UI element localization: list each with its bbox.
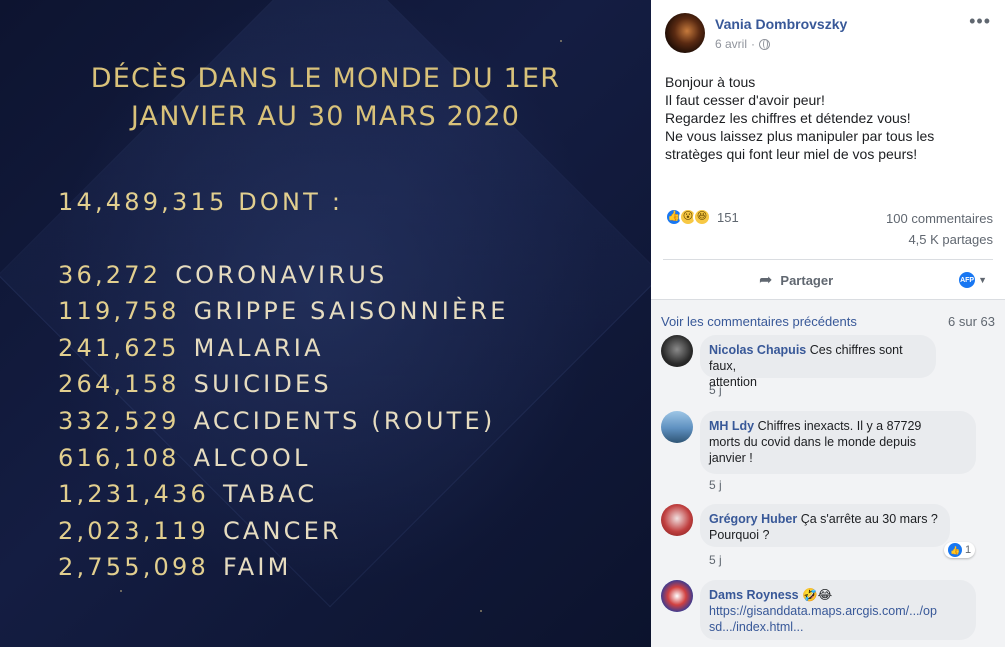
globe-icon[interactable]	[759, 38, 771, 50]
image-row: 264,158 SUICIDES	[58, 370, 332, 398]
image-row: 241,625 MALARIA	[58, 334, 324, 362]
shares-count-link[interactable]: 4,5 K partages	[908, 232, 993, 247]
commenter-name-link[interactable]: MH Ldy	[709, 419, 754, 433]
comment-bubble: Grégory Huber Ça s'arrête au 30 mars ? P…	[700, 504, 950, 547]
image-title-line1: DÉCÈS DANS LE MONDE DU 1ER	[90, 63, 561, 94]
comment-url-link[interactable]: https://gisanddata.maps.arcgis.com/.../o…	[709, 604, 937, 618]
image-total-line: 14,489,315 DONT :	[58, 188, 344, 216]
post-text-line: stratèges qui font leur miel de vos peur…	[665, 146, 918, 162]
comment-timestamp[interactable]: 5 j	[709, 478, 722, 492]
more-horizontal-icon[interactable]: •••	[969, 12, 991, 30]
post-text-line: Regardez les chiffres et détendez vous!	[665, 110, 911, 126]
author-name-link[interactable]: Vania Dombrovszky	[715, 16, 847, 32]
share-arrow-icon: ➦	[759, 272, 773, 289]
image-row: 616,108 ALCOOL	[58, 444, 311, 472]
reactions-count: 151	[717, 209, 739, 225]
sparkle	[560, 40, 562, 42]
post-text: Bonjour à tous Il faut cesser d'avoir pe…	[665, 73, 985, 163]
share-button[interactable]: ➦ Partager	[759, 270, 833, 290]
comment-timestamp[interactable]: 5 j	[709, 383, 722, 397]
comment-bubble: Dams Royness 🤣😂 https://gisanddata.maps.…	[700, 580, 976, 640]
comments-count-link[interactable]: 100 commentaires	[886, 211, 993, 226]
commenter-name-link[interactable]: Nicolas Chapuis	[709, 343, 806, 357]
post-panel: Vania Dombrovszky 6 avril · ••• Bonjour …	[651, 0, 1005, 647]
reactions-summary[interactable]: 👍 😮 😆 151	[665, 208, 739, 226]
image-row: 2,755,098 FAIM	[58, 553, 292, 581]
comment-timestamp[interactable]: 5 j	[709, 553, 722, 567]
commenter-name-link[interactable]: Grégory Huber	[709, 512, 797, 526]
sparkle	[480, 610, 482, 612]
divider	[663, 259, 993, 260]
post-text-line: Il faut cesser d'avoir peur!	[665, 92, 825, 108]
image-title-line2: JANVIER AU 30 MARS 2020	[130, 101, 521, 132]
commenter-avatar[interactable]	[661, 504, 693, 536]
comments-section: Voir les commentaires précédents 6 sur 6…	[651, 300, 1005, 647]
comment-emoji: 🤣😂	[802, 588, 833, 602]
comment-text: Pourquoi ?	[709, 528, 770, 542]
comment-text: Ça s'arrête au 30 mars ?	[800, 512, 938, 526]
page-selector-button[interactable]: AFP ▼	[959, 272, 987, 288]
shared-image[interactable]: DÉCÈS DANS LE MONDE DU 1ER JANVIER AU 30…	[0, 0, 651, 647]
post-text-line: Ne vous laissez plus manipuler par tous …	[665, 128, 935, 144]
comment-bubble: MH Ldy Chiffres inexacts. Il y a 87729 m…	[700, 411, 976, 474]
commenter-name-link[interactable]: Dams Royness	[709, 588, 799, 602]
image-row: 332,529 ACCIDENTS (ROUTE)	[58, 407, 496, 435]
comment-reaction-count: 1	[965, 544, 972, 556]
comments-pagination-count: 6 sur 63	[948, 314, 995, 329]
commenter-avatar[interactable]	[661, 411, 693, 443]
author-avatar[interactable]	[665, 13, 705, 53]
share-button-label: Partager	[780, 272, 834, 288]
post-date-link[interactable]: 6 avril	[715, 37, 747, 51]
image-row: 1,231,436 TABAC	[58, 480, 318, 508]
page-avatar-icon: AFP	[959, 272, 976, 288]
comment-reaction-badge[interactable]: 👍 1	[944, 542, 976, 558]
sparkle	[120, 590, 122, 592]
like-reaction-icon: 👍	[948, 543, 962, 557]
image-row: 119,758 GRIPPE SAISONNIÈRE	[58, 297, 509, 325]
view-previous-comments-link[interactable]: Voir les commentaires précédents	[661, 314, 857, 329]
comment-text: janvier !	[709, 451, 753, 465]
haha-reaction-icon: 😆	[693, 208, 711, 226]
image-row: 2,023,119 CANCER	[58, 517, 342, 545]
post-text-line: Bonjour à tous	[665, 74, 756, 90]
comment-text: morts du covid dans le monde depuis	[709, 435, 917, 449]
commenter-avatar[interactable]	[661, 580, 693, 612]
comment-bubble: Nicolas Chapuis Ces chiffres sont faux, …	[700, 335, 936, 389]
post-meta: 6 avril ·	[715, 37, 771, 51]
image-row: 36,272 CORONAVIRUS	[58, 261, 388, 289]
separator-dot: ·	[751, 37, 756, 51]
comment-text: Chiffres inexacts. Il y a 87729	[757, 419, 922, 433]
caret-down-icon: ▼	[978, 275, 987, 285]
commenter-avatar[interactable]	[661, 335, 693, 367]
comment-url-link[interactable]: sd.../index.html...	[709, 620, 803, 634]
